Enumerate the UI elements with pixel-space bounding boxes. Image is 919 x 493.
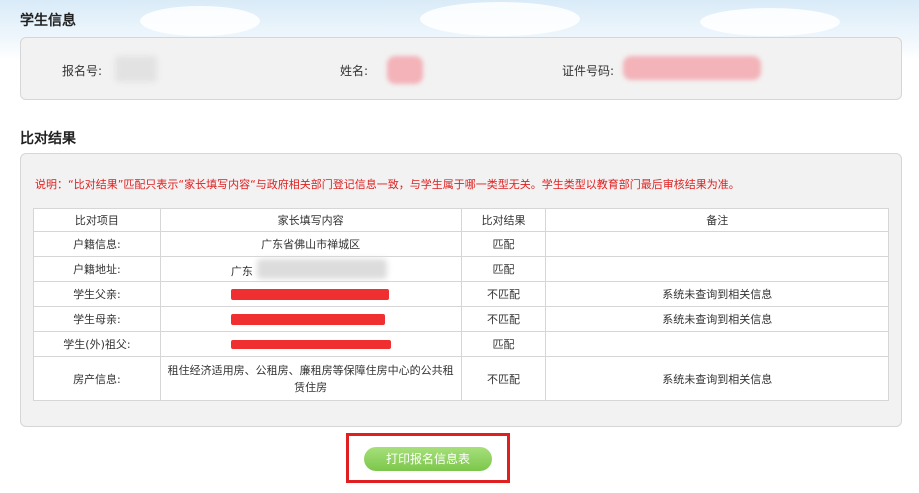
compare-note: 说明：“比对结果”匹配只表示“家长填写内容“与政府相关部门登记信息一致，与学生属…: [35, 178, 740, 191]
compare-title: 比对结果: [20, 131, 76, 147]
header-content: 家长填写内容: [159, 208, 462, 232]
table-row: 户籍信息: 广东省佛山市禅城区 匹配: [33, 231, 889, 257]
row-result: 匹配: [460, 256, 547, 282]
table-row: 学生(外)祖父: 匹配: [33, 331, 889, 357]
table-row: 学生母亲: 不匹配 系统未查询到相关信息: [33, 306, 889, 332]
row-item: 户籍信息:: [33, 231, 161, 257]
row-result: 不匹配: [460, 306, 547, 332]
row-remark: [545, 231, 889, 257]
header-remark: 备注: [545, 208, 889, 232]
print-registration-button[interactable]: 打印报名信息表: [364, 447, 492, 471]
row-content: 广东: [159, 256, 462, 282]
row-content-text: 广东: [230, 265, 253, 278]
row-item: 学生母亲:: [33, 306, 161, 332]
student-info-panel: 报名号: 姓名: 证件号码:: [20, 37, 902, 100]
row-content: [159, 281, 462, 307]
id-value-redacted: [623, 56, 761, 80]
name-value-redacted: [387, 56, 423, 84]
compare-panel: 说明：“比对结果”匹配只表示“家长填写内容“与政府相关部门登记信息一致，与学生属…: [20, 153, 902, 427]
row-item: 户籍地址:: [33, 256, 161, 282]
header-result: 比对结果: [460, 208, 547, 232]
name-label: 姓名:: [340, 64, 369, 78]
father-redacted: [230, 289, 389, 300]
cloud-decoration: [420, 2, 580, 36]
table-row: 户籍地址: 广东 匹配: [33, 256, 889, 282]
row-content: [159, 331, 462, 357]
grandfather-redacted: [230, 340, 391, 349]
row-item: 房产信息:: [33, 356, 161, 401]
print-button-highlight: 打印报名信息表: [346, 433, 510, 483]
table-row: 学生父亲: 不匹配 系统未查询到相关信息: [33, 281, 889, 307]
row-remark: [545, 331, 889, 357]
header-item: 比对项目: [33, 208, 161, 232]
row-remark: 系统未查询到相关信息: [545, 356, 889, 401]
table-row: 房产信息: 租住经济适用房、公租房、廉租房等保障住房中心的公共租赁住房 不匹配 …: [33, 356, 889, 401]
row-result: 匹配: [460, 331, 547, 357]
cloud-decoration: [140, 6, 260, 36]
row-content: 广东省佛山市禅城区: [159, 231, 462, 257]
address-redacted: [256, 259, 387, 279]
row-remark: 系统未查询到相关信息: [545, 281, 889, 307]
row-content: 租住经济适用房、公租房、廉租房等保障住房中心的公共租赁住房: [159, 356, 462, 401]
row-content: [159, 306, 462, 332]
row-item: 学生(外)祖父:: [33, 331, 161, 357]
compare-table: 比对项目 家长填写内容 比对结果 备注 户籍信息: 广东省佛山市禅城区 匹配 户…: [33, 208, 889, 401]
reg-no-value-redacted: [115, 56, 157, 82]
row-item: 学生父亲:: [33, 281, 161, 307]
id-label: 证件号码:: [562, 64, 615, 78]
row-result: 不匹配: [460, 281, 547, 307]
mother-redacted: [230, 314, 385, 325]
row-remark: 系统未查询到相关信息: [545, 306, 889, 332]
row-result: 不匹配: [460, 356, 547, 401]
student-info-title: 学生信息: [20, 13, 76, 29]
row-remark: [545, 256, 889, 282]
row-result: 匹配: [460, 231, 547, 257]
table-header-row: 比对项目 家长填写内容 比对结果 备注: [33, 208, 889, 232]
cloud-decoration: [700, 8, 840, 36]
reg-no-label: 报名号:: [62, 64, 103, 78]
